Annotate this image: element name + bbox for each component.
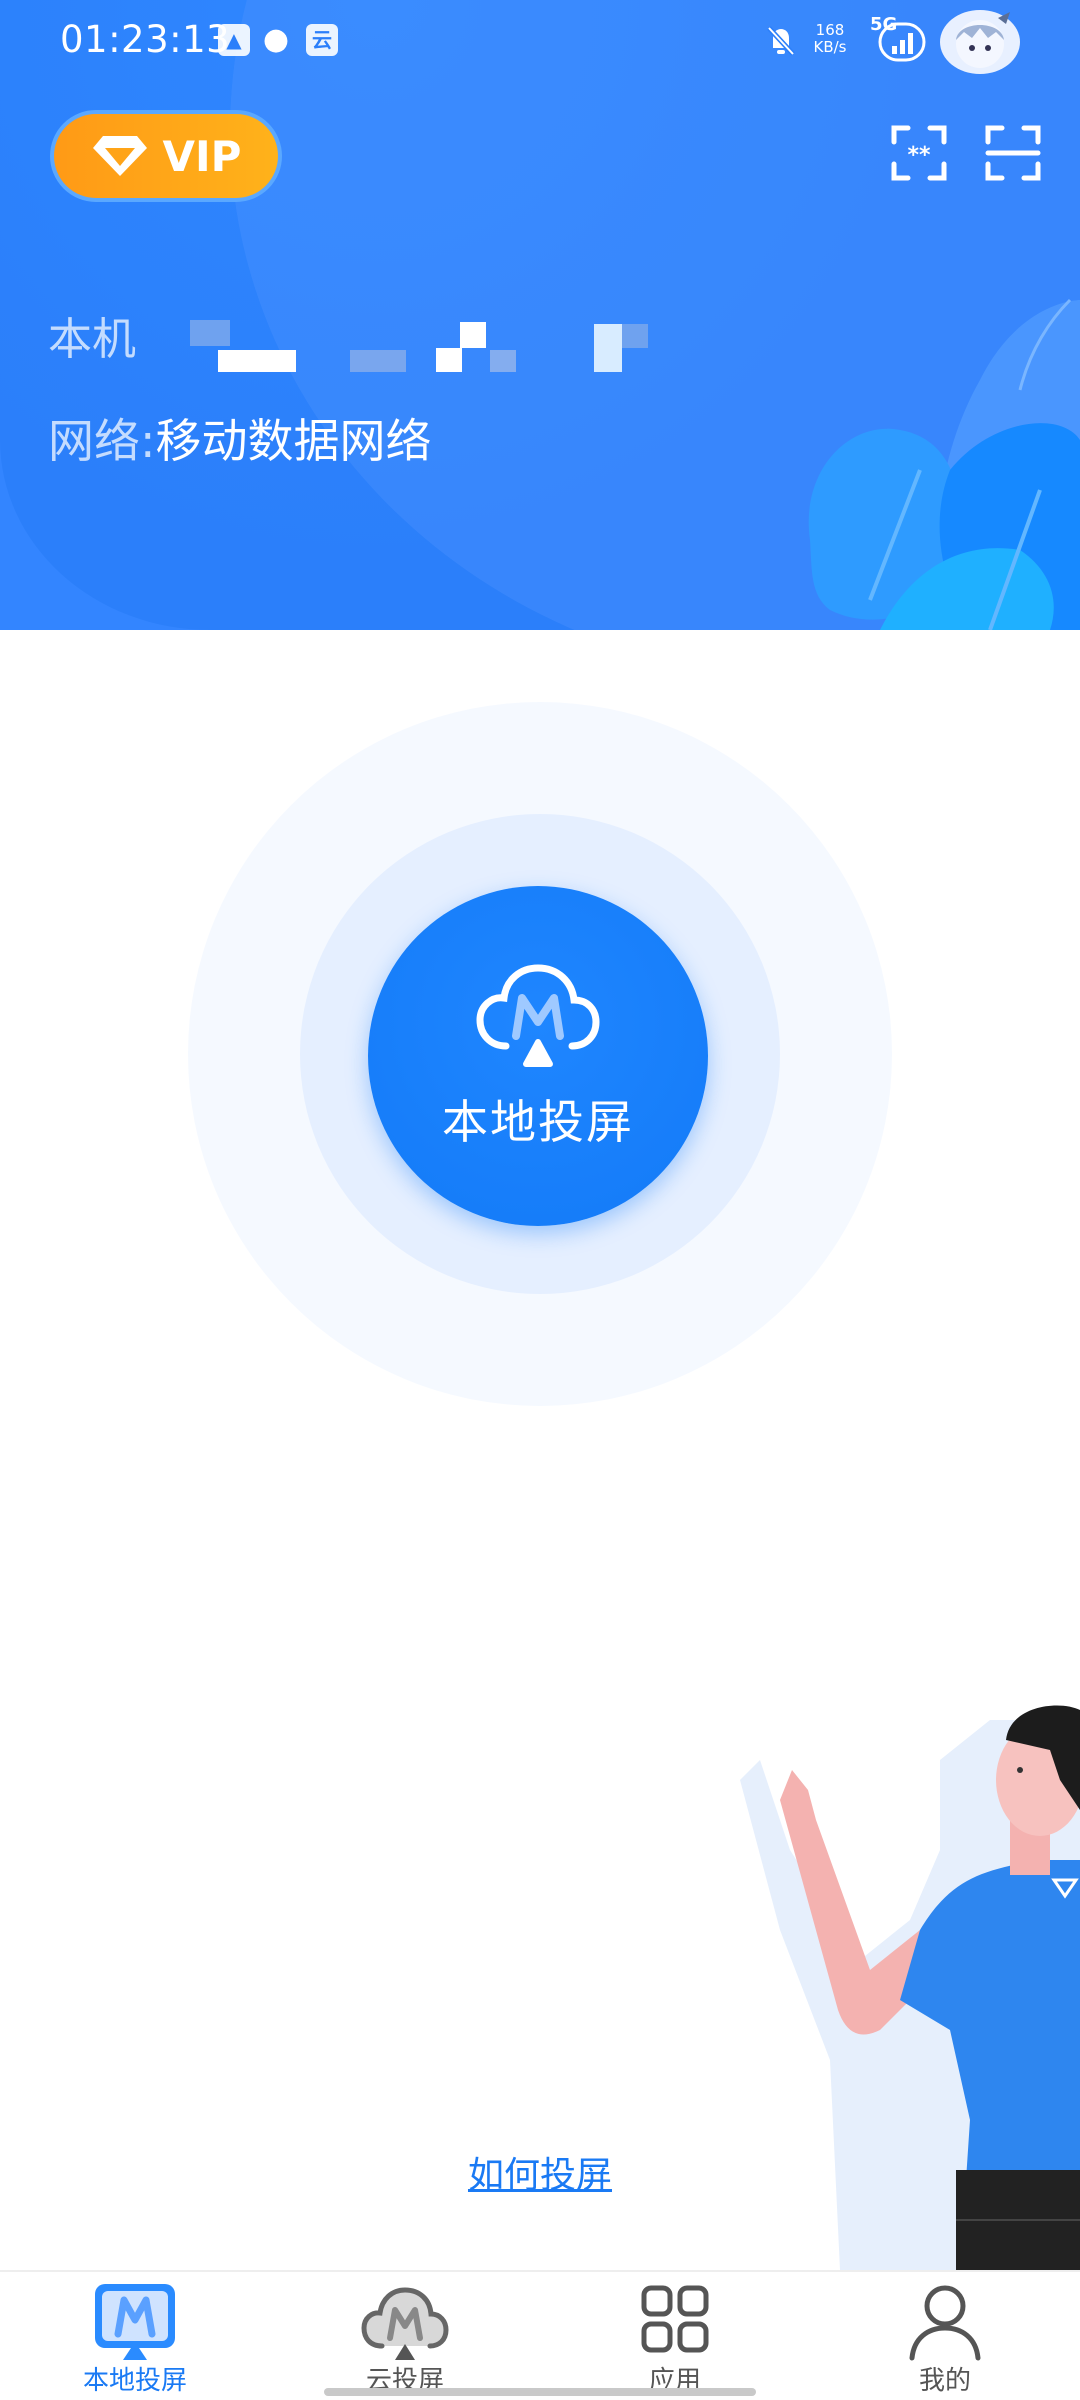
local-cast-tab-icon (95, 2284, 175, 2360)
cast-button-label: 本地投屏 (442, 1095, 634, 1149)
how-to-cast-link[interactable]: 如何投屏 (0, 2146, 1080, 2198)
gallery-notification-icon: ▲ (218, 24, 250, 56)
bottom-navigation: 本地投屏 云投屏 应用 我的 (0, 2270, 1080, 2400)
anime-character-icon (956, 12, 1010, 68)
network-speed: 168 KB/s (810, 22, 850, 56)
mute-bell-icon (767, 26, 795, 56)
user-avatar (940, 10, 1020, 74)
scan-icon[interactable] (984, 124, 1042, 182)
nav-label: 我的 (918, 2366, 971, 2396)
header-banner: 01:23:13 ▲ ● 云 168 KB/s 5G VIP ** 本机 网络:… (0, 0, 1080, 630)
net-speed-value: 168 (815, 21, 845, 39)
signal-strength-icon (878, 22, 926, 62)
cloud-m-icon (476, 964, 600, 1067)
nav-label: 本地投屏 (82, 2366, 187, 2396)
vip-label: VIP (162, 131, 242, 181)
network-value: 移动数据网络 (155, 414, 432, 468)
net-speed-unit: KB/s (813, 38, 847, 56)
nav-tab-mine[interactable]: 我的 (845, 2282, 1045, 2400)
leaf-decoration-icon (808, 298, 1080, 630)
person-icon (909, 2285, 981, 2361)
cloud-cast-tab-icon (361, 2287, 449, 2360)
device-name-label: 本机 (48, 314, 136, 365)
svg-text:**: ** (907, 143, 931, 168)
local-cast-button[interactable]: 本地投屏 (368, 886, 708, 1226)
home-indicator[interactable] (324, 2388, 756, 2396)
vip-button[interactable]: VIP (50, 110, 282, 202)
diamond-icon (92, 136, 147, 176)
cast-code-icon[interactable]: ** (890, 124, 948, 182)
status-time: 01:23:13 (60, 18, 231, 61)
status-bar: 01:23:13 ▲ ● 云 168 KB/s 5G (0, 0, 1080, 80)
apps-grid-icon (641, 2285, 709, 2353)
app-notification-icon: 云 (306, 24, 338, 56)
wechat-notification-icon: ● (262, 22, 290, 57)
network-info: 网络:移动数据网络 (48, 405, 432, 471)
nav-tab-cloud-cast[interactable]: 云投屏 (305, 2282, 505, 2400)
nav-tab-apps[interactable]: 应用 (575, 2282, 775, 2400)
nav-tab-local-cast[interactable]: 本地投屏 (35, 2282, 235, 2400)
network-key: 网络: (48, 414, 156, 468)
